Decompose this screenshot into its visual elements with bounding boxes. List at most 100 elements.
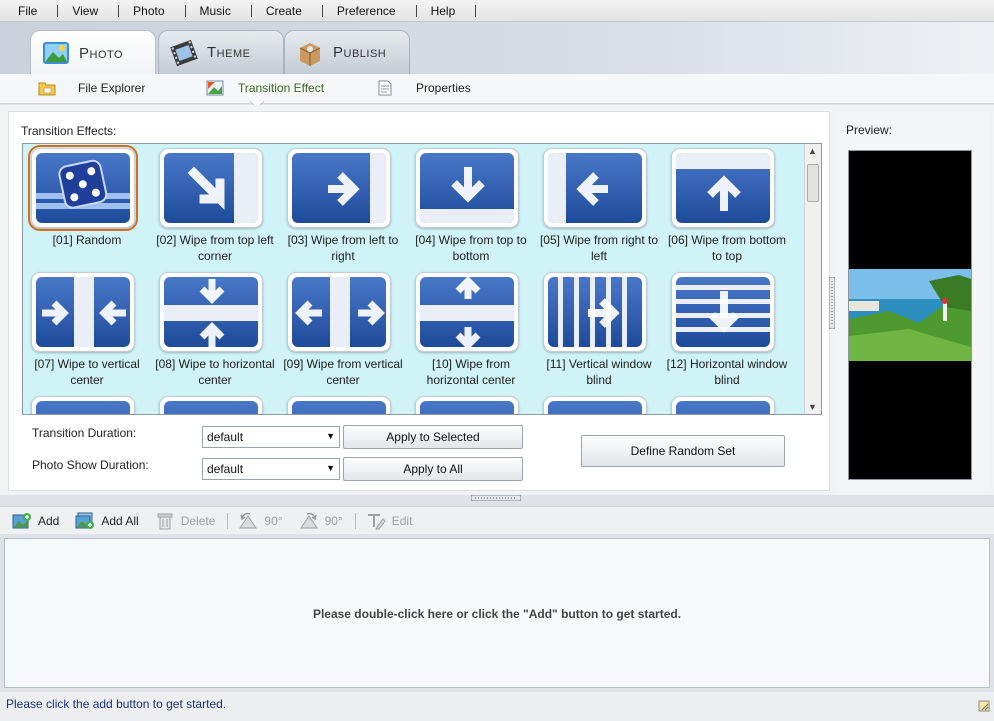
effect-item[interactable]: [03] Wipe from left to right xyxy=(281,144,405,268)
effect-thumbnail[interactable] xyxy=(543,272,647,352)
package-icon xyxy=(299,42,321,66)
toolbar-separator xyxy=(354,512,356,529)
subnav-file-explorer-label: File Explorer xyxy=(78,81,146,95)
subnav-properties[interactable]: Properties xyxy=(376,80,471,96)
transition-icon xyxy=(420,401,514,414)
rotate-right-label: 90° xyxy=(324,513,343,528)
vertical-splitter-handle[interactable] xyxy=(829,277,835,329)
menu-separator xyxy=(250,4,252,17)
tab-photo[interactable]: Photo xyxy=(30,30,156,75)
delete-button[interactable]: Delete xyxy=(155,512,215,530)
transition-effects-panel: Transition Effects: [01] Random [02] Wipe… xyxy=(8,111,830,491)
film-icon xyxy=(170,39,198,66)
effect-thumbnail[interactable] xyxy=(159,272,263,352)
tab-theme-label: Theme xyxy=(207,44,251,61)
effect-thumbnail-partial[interactable] xyxy=(159,396,263,414)
tab-publish[interactable]: Publish xyxy=(284,30,410,74)
edit-button[interactable]: Edit xyxy=(366,512,413,530)
subnav-transition-effect-label: Transition Effect xyxy=(238,81,325,95)
preview-image xyxy=(849,151,971,479)
transition-icon xyxy=(676,401,770,414)
effect-item[interactable]: [07] Wipe to vertical center xyxy=(25,268,149,392)
effect-label: [10] Wipe from horizontal center xyxy=(426,357,516,387)
picture-icon xyxy=(206,80,224,96)
hblind-transition-icon xyxy=(676,277,770,347)
effect-item[interactable]: [11] Vertical window blind xyxy=(537,268,661,392)
menu-music[interactable]: Music xyxy=(200,4,237,18)
subnav-transition-effect[interactable]: Transition Effect xyxy=(206,80,324,96)
effects-scrollbar[interactable]: ▲ ▼ xyxy=(804,144,821,414)
effect-label: [07] Wipe to vertical center xyxy=(34,357,140,387)
diag-transition-icon xyxy=(164,153,258,223)
photo-drop-zone[interactable]: Please double-click here or click the "A… xyxy=(4,538,990,688)
trash-icon xyxy=(157,513,173,529)
menu-help[interactable]: Help xyxy=(431,4,462,18)
transition-icon xyxy=(36,401,130,414)
effect-thumbnail-partial[interactable] xyxy=(415,396,519,414)
photo-show-duration-select[interactable]: default ▼ xyxy=(202,458,340,480)
resize-grip-icon[interactable] xyxy=(978,700,990,712)
effect-thumbnail[interactable] xyxy=(415,148,519,228)
subnav-file-explorer[interactable]: File Explorer xyxy=(38,80,145,96)
menu-bar: File View Photo Music Create Preference … xyxy=(0,0,994,22)
hout-transition-icon xyxy=(420,277,514,347)
transition-effects-title: Transition Effects: xyxy=(21,124,117,138)
menu-file[interactable]: File xyxy=(0,4,43,18)
menu-view[interactable]: View xyxy=(72,4,104,18)
effect-label: [08] Wipe to horizontal center xyxy=(155,357,275,387)
effect-item[interactable]: [05] Wipe from right to left xyxy=(537,144,661,268)
rotate-left-button[interactable]: 90° xyxy=(238,512,283,530)
menu-photo[interactable]: Photo xyxy=(133,4,170,18)
effect-thumbnail[interactable] xyxy=(415,272,519,352)
effect-item[interactable]: [08] Wipe to horizontal center xyxy=(153,268,277,392)
effect-item[interactable]: [06] Wipe from bottom to top xyxy=(665,144,789,268)
effect-item[interactable]: [12] Horizontal window blind xyxy=(665,268,789,392)
effect-item[interactable]: [10] Wipe from horizontal center xyxy=(409,268,533,392)
define-random-set-button[interactable]: Define Random Set xyxy=(581,435,785,467)
effect-thumbnail[interactable] xyxy=(671,272,775,352)
effect-thumbnail-partial[interactable] xyxy=(31,396,135,414)
rotate-right-icon xyxy=(299,512,318,528)
effect-thumbnail[interactable] xyxy=(28,145,138,231)
effect-thumbnail[interactable] xyxy=(159,148,263,228)
effect-label: [09] Wipe from vertical center xyxy=(283,357,403,387)
menu-preference[interactable]: Preference xyxy=(337,4,402,18)
apply-to-all-button[interactable]: Apply to All xyxy=(343,457,523,481)
effect-thumbnail[interactable] xyxy=(31,272,135,352)
hcenter-transition-icon xyxy=(164,277,258,347)
edit-button-label: Edit xyxy=(391,513,413,528)
main-panel: Transition Effects: [01] Random [02] Wipe… xyxy=(0,105,994,495)
document-icon xyxy=(378,80,392,96)
preview-panel: Preview: xyxy=(838,111,990,491)
scroll-down-icon[interactable]: ▼ xyxy=(808,402,817,412)
effect-item[interactable]: [04] Wipe from top to bottom xyxy=(409,144,533,268)
menu-separator xyxy=(184,4,186,17)
effect-item[interactable]: [09] Wipe from vertical center xyxy=(281,268,405,392)
effect-thumbnail[interactable] xyxy=(671,148,775,228)
scroll-thumb[interactable] xyxy=(807,164,819,202)
scroll-up-icon[interactable]: ▲ xyxy=(808,146,817,156)
toolbar-separator xyxy=(227,512,229,529)
dice-transition-icon xyxy=(36,153,130,223)
add-button[interactable]: Add xyxy=(12,512,59,530)
effect-thumbnail[interactable] xyxy=(287,148,391,228)
effect-thumbnail[interactable] xyxy=(287,272,391,352)
tab-theme[interactable]: Theme xyxy=(158,30,284,74)
effect-item[interactable]: [02] Wipe from top left corner xyxy=(153,144,277,268)
menu-separator xyxy=(57,4,59,17)
photo-show-duration-label: Photo Show Duration: xyxy=(32,458,149,472)
menu-create[interactable]: Create xyxy=(266,4,308,18)
effect-thumbnail-partial[interactable] xyxy=(543,396,647,414)
left-transition-icon xyxy=(548,153,642,223)
transition-duration-select[interactable]: default ▼ xyxy=(202,426,340,448)
effect-thumbnail-partial[interactable] xyxy=(671,396,775,414)
horizontal-splitter-handle[interactable] xyxy=(471,495,521,501)
add-all-button[interactable]: Add All xyxy=(75,512,139,530)
rotate-right-button[interactable]: 90° xyxy=(299,512,343,530)
vblind-transition-icon xyxy=(548,277,642,347)
effect-item[interactable]: [01] Random xyxy=(25,144,149,268)
apply-to-selected-button[interactable]: Apply to Selected xyxy=(343,425,523,449)
effect-thumbnail[interactable] xyxy=(543,148,647,228)
effect-thumbnail-partial[interactable] xyxy=(287,396,391,414)
menu-separator xyxy=(415,4,417,17)
